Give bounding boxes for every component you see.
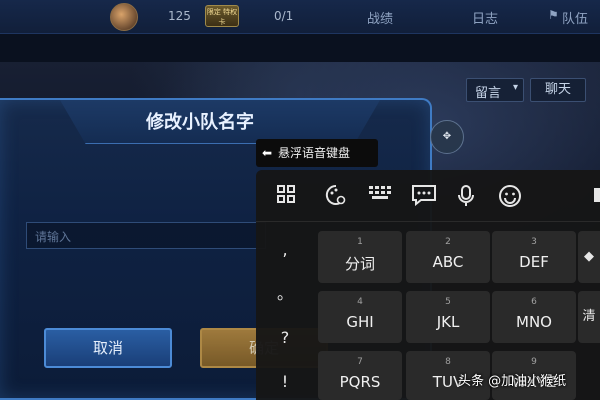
message-dropdown[interactable]: 留言 ▾ <box>466 78 524 102</box>
watermark: 头条 @加油小猴纸 <box>458 374 567 389</box>
key-label: ABC <box>432 253 464 271</box>
key-label: GHI <box>346 313 374 331</box>
key-number: 1 <box>357 237 363 247</box>
key-number: 8 <box>445 357 451 367</box>
key-label: MNO <box>516 313 552 331</box>
punctuation-key[interactable]: 。 <box>256 274 314 314</box>
key-number: 5 <box>445 297 451 307</box>
flag-icon: ⚑ <box>548 8 559 22</box>
dialog-title: 修改小队名字 <box>146 112 254 133</box>
key-2[interactable]: 2 ABC <box>406 231 490 283</box>
side-key-clear[interactable]: 清 <box>578 291 600 343</box>
side-key-delete[interactable]: ◆ <box>578 231 600 283</box>
chat-button[interactable]: 聊天 <box>530 78 586 102</box>
skin-palette-icon[interactable] <box>322 184 350 208</box>
back-arrow-icon: ⬅ <box>262 146 273 160</box>
key-label: 分词 <box>344 255 375 273</box>
punctuation-key[interactable]: , <box>256 230 314 270</box>
punctuation-key[interactable]: ? <box>256 318 314 358</box>
key-label: DEF <box>519 253 549 271</box>
chevron-down-icon: ▾ <box>512 82 518 93</box>
team-name-input[interactable]: 请输入 <box>26 222 266 249</box>
chat-bubble-icon[interactable] <box>410 184 438 208</box>
key-5[interactable]: 5 JKL <box>406 291 490 343</box>
move-handle-icon[interactable]: ✥ <box>430 120 464 154</box>
floating-keyboard-hint[interactable]: ⬅ 悬浮语音键盘 <box>256 139 378 167</box>
key-number: 6 <box>531 297 537 307</box>
key-label: PQRS <box>339 373 381 391</box>
emoji-icon[interactable] <box>496 184 524 208</box>
key-6[interactable]: 6 MNO <box>492 291 576 343</box>
tab-record[interactable]: 战绩 <box>367 8 393 27</box>
key-number: 4 <box>357 297 363 307</box>
key-4[interactable]: 4 GHI <box>318 291 402 343</box>
tab-log[interactable]: 日志 <box>472 8 498 27</box>
keyboard-toolbar <box>256 170 600 222</box>
progress-count: 0/1 <box>274 9 294 23</box>
tab-team[interactable]: 队伍 <box>562 8 588 27</box>
hint-label: 悬浮语音键盘 <box>278 146 351 160</box>
key-number: 9 <box>531 357 537 367</box>
punctuation-column: , 。 ? ! <box>256 226 314 400</box>
key-7[interactable]: 7 PQRS <box>318 351 402 400</box>
message-label: 留言 <box>475 86 502 101</box>
key-1[interactable]: 1 分词 <box>318 231 402 283</box>
punctuation-key[interactable]: ! <box>256 362 314 400</box>
key-number: 3 <box>531 237 537 247</box>
background-band <box>0 34 600 62</box>
currency-count: 125 <box>168 9 191 23</box>
top-bar: 125 限定 特权卡 0/1 战绩 日志 ⚑ 队伍 <box>0 0 600 34</box>
grid-icon[interactable] <box>272 184 300 208</box>
toolbar-more-edge[interactable] <box>594 188 600 202</box>
microphone-icon[interactable] <box>452 184 480 208</box>
keyboard-icon[interactable] <box>366 184 394 208</box>
key-number: 2 <box>445 237 451 247</box>
privilege-card-icon[interactable]: 限定 特权卡 <box>205 5 239 27</box>
key-number: 7 <box>357 357 363 367</box>
key-3[interactable]: 3 DEF <box>492 231 576 283</box>
key-label: JKL <box>436 313 460 331</box>
avatar-icon[interactable] <box>110 3 138 31</box>
cancel-button[interactable]: 取消 <box>44 328 172 368</box>
